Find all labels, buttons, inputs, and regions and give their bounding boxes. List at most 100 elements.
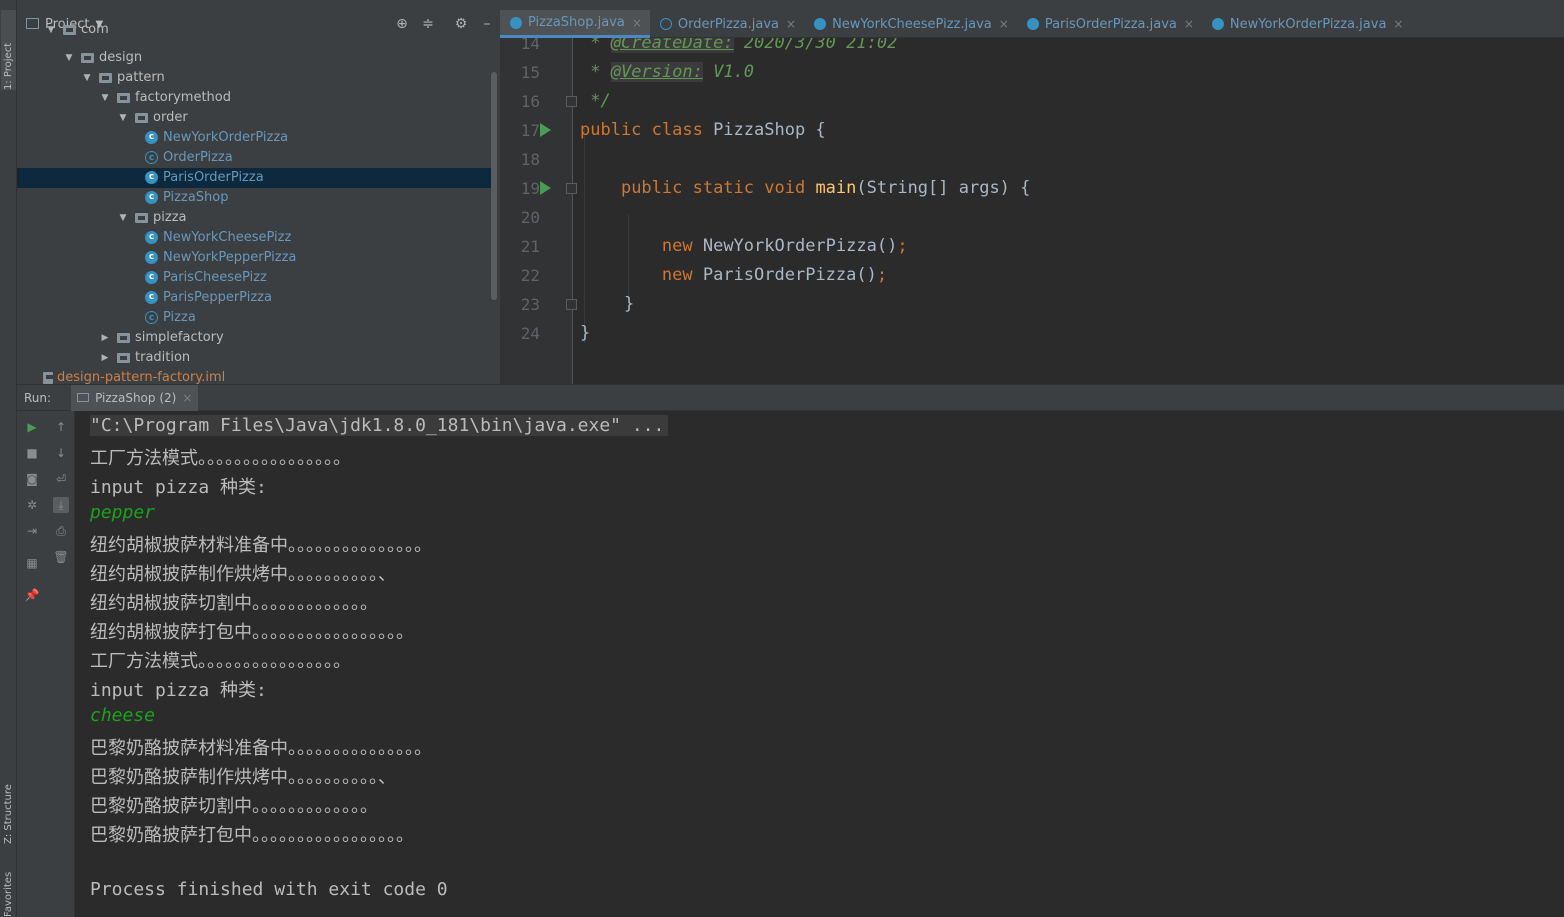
semicolon: ; bbox=[897, 236, 908, 256]
abstract-class-icon: c bbox=[145, 151, 158, 164]
close-icon[interactable]: × bbox=[182, 391, 192, 405]
class-icon: c bbox=[145, 251, 158, 264]
line-number: 22 bbox=[520, 266, 540, 285]
console-line: 纽约胡椒披萨材料准备中。。。。。。。。。。。。。。。 bbox=[90, 535, 432, 556]
code-editor[interactable]: 14 15 16 17 18 19 20 21 22 23 24 * @Crea… bbox=[500, 38, 1564, 384]
tree-item-label: PizzaShop bbox=[163, 190, 229, 205]
editor-tab[interactable]: NewYorkOrderPizza.java × bbox=[1202, 10, 1412, 38]
tree-item-label: order bbox=[153, 110, 188, 125]
fold-icon[interactable] bbox=[566, 183, 577, 194]
run-class-icon[interactable] bbox=[540, 123, 551, 137]
arrow-down-icon[interactable]: ↓ bbox=[53, 445, 69, 461]
soft-wrap-icon[interactable]: ⏎ bbox=[53, 471, 69, 487]
exit-icon[interactable]: ⇥ bbox=[24, 523, 40, 539]
scroll-to-end-icon[interactable]: ⤓ bbox=[53, 497, 69, 513]
line-number: 17 bbox=[520, 121, 540, 140]
tree-item[interactable]: ▼ pattern bbox=[17, 68, 493, 88]
arrow-up-icon[interactable]: ↑ bbox=[53, 419, 69, 435]
fold-icon[interactable] bbox=[566, 96, 577, 107]
code-line-23: } bbox=[624, 294, 635, 314]
class-icon bbox=[1026, 18, 1039, 30]
close-icon[interactable]: × bbox=[632, 16, 642, 30]
stop-icon[interactable]: ■ bbox=[24, 445, 40, 461]
tree-item[interactable]: ▼ com bbox=[17, 20, 493, 40]
editor-tab-label: PizzaShop.java bbox=[528, 15, 625, 30]
tree-item[interactable]: ▼ design bbox=[17, 48, 493, 68]
editor-tab-label: NewYorkOrderPizza.java bbox=[1229, 16, 1387, 32]
fold-icon[interactable] bbox=[566, 299, 577, 310]
close-icon[interactable]: × bbox=[786, 17, 796, 31]
favorites-tool-tab[interactable]: Favorites bbox=[1, 860, 16, 917]
tree-item[interactable]: c NewYorkOrderPizza bbox=[17, 128, 493, 148]
tree-item[interactable]: c NewYorkCheesePizz bbox=[17, 228, 493, 248]
layout-icon[interactable]: ▦ bbox=[24, 555, 40, 571]
rerun-icon[interactable]: ▶ bbox=[24, 419, 40, 435]
run-main-icon[interactable] bbox=[540, 181, 551, 195]
run-toolbar-primary: ▶ ■ ◙ ✲ ⇥ ▦ 📌 bbox=[17, 411, 46, 917]
chevron-down-icon[interactable]: ▼ bbox=[45, 20, 57, 40]
tree-item[interactable]: c OrderPizza bbox=[17, 148, 493, 168]
chevron-down-icon[interactable]: ▼ bbox=[117, 208, 129, 228]
editor-tab-bar: PizzaShop.java × OrderPizza.java × NewYorkCh… bbox=[500, 10, 1564, 38]
method-name: main bbox=[815, 178, 857, 198]
folder-icon bbox=[117, 333, 130, 343]
camera-icon[interactable]: ◙ bbox=[24, 471, 40, 487]
console-output[interactable]: "C:\Program Files\Java\jdk1.8.0_181\bin\… bbox=[75, 411, 1564, 917]
close-icon[interactable]: × bbox=[1184, 17, 1194, 31]
editor-tab[interactable]: PizzaShop.java × bbox=[500, 10, 650, 38]
tree-item-label: ParisOrderPizza bbox=[163, 170, 264, 185]
class-icon: c bbox=[145, 271, 158, 284]
chevron-down-icon[interactable]: ▼ bbox=[63, 48, 75, 68]
tree-item[interactable]: ▶ simplefactory bbox=[17, 328, 493, 348]
code-text: PizzaShop { bbox=[702, 120, 826, 140]
keyword: public static void bbox=[620, 178, 806, 198]
console-user-input: pepper bbox=[90, 502, 156, 523]
console-line: input pizza 种类: bbox=[90, 680, 267, 701]
chevron-down-icon[interactable]: ▼ bbox=[117, 108, 129, 128]
tree-item[interactable]: c Pizza bbox=[17, 308, 493, 328]
tree-item[interactable]: c ParisPepperPizza bbox=[17, 288, 493, 308]
chevron-right-icon[interactable]: ▶ bbox=[99, 348, 111, 368]
debug-icon[interactable]: ✲ bbox=[24, 497, 40, 513]
class-icon: c bbox=[145, 191, 158, 204]
tree-item[interactable]: c ParisCheesePizz bbox=[17, 268, 493, 288]
project-scrollbar[interactable] bbox=[491, 72, 497, 300]
line-number: 23 bbox=[520, 295, 540, 314]
line-number: 21 bbox=[520, 237, 540, 256]
structure-tool-tab[interactable]: Z: Structure bbox=[1, 760, 16, 844]
module-file-icon bbox=[43, 372, 53, 384]
pin-icon[interactable]: 📌 bbox=[24, 587, 40, 603]
close-icon[interactable]: × bbox=[999, 17, 1009, 31]
editor-tab[interactable]: NewYorkCheesePizz.java × bbox=[804, 10, 1017, 38]
print-icon[interactable]: ⎙ bbox=[53, 523, 69, 539]
project-tool-tab[interactable]: 1: Project bbox=[1, 10, 16, 90]
tree-item[interactable]: ▼ pizza bbox=[17, 208, 493, 228]
code-line-17: public class PizzaShop { bbox=[580, 120, 826, 140]
editor-tab-label: ParisOrderPizza.java bbox=[1044, 16, 1177, 32]
trash-icon[interactable]: 🗑 bbox=[53, 549, 69, 565]
chevron-right-icon[interactable]: ▶ bbox=[99, 328, 111, 348]
folder-icon bbox=[99, 73, 112, 83]
folder-icon bbox=[135, 113, 148, 123]
tree-item[interactable]: ▶ tradition bbox=[17, 348, 493, 368]
tree-item[interactable]: ▼ order bbox=[17, 108, 493, 128]
close-icon[interactable]: × bbox=[1393, 17, 1403, 31]
console-exit-line: Process finished with exit code 0 bbox=[90, 879, 448, 900]
code-line-19: public static void main(String[] args) { bbox=[580, 178, 1030, 198]
editor-tab[interactable]: ParisOrderPizza.java × bbox=[1017, 10, 1202, 38]
editor-tab[interactable]: OrderPizza.java × bbox=[650, 10, 804, 38]
chevron-down-icon[interactable]: ▼ bbox=[81, 68, 93, 88]
tree-item[interactable]: c PizzaShop bbox=[17, 188, 493, 208]
run-tab-label: PizzaShop (2) bbox=[95, 390, 177, 405]
line-number: 19 bbox=[520, 179, 540, 198]
tree-item[interactable]: c ParisOrderPizza bbox=[17, 168, 493, 188]
tree-item-label: factorymethod bbox=[135, 90, 231, 105]
chevron-down-icon[interactable]: ▼ bbox=[99, 88, 111, 108]
tree-item[interactable]: design-pattern-factory.iml bbox=[17, 368, 493, 384]
folder-icon bbox=[63, 25, 76, 35]
tree-item-label: NewYorkPepperPizza bbox=[163, 250, 297, 265]
tree-item[interactable]: ▼ factorymethod bbox=[17, 88, 493, 108]
tree-item[interactable]: c NewYorkPepperPizza bbox=[17, 248, 493, 268]
code-text: (String[] args) { bbox=[856, 178, 1031, 198]
run-tab-pizzashop[interactable]: PizzaShop (2) × bbox=[71, 384, 199, 411]
